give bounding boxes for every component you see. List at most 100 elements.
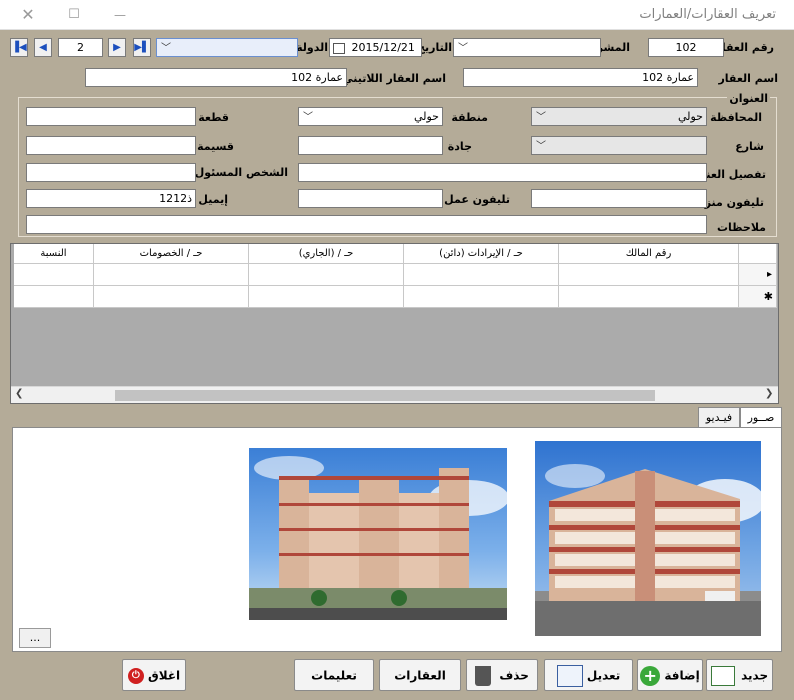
address-detail-input[interactable] <box>298 163 707 182</box>
column-header-owner-no[interactable]: رقم المالك <box>559 244 739 264</box>
properties-button[interactable]: العقارات <box>379 659 461 691</box>
date-picker[interactable]: 2015/12/21 <box>329 38 422 57</box>
plot-label: قسيمة <box>197 140 234 153</box>
add-button[interactable]: إضافة + <box>637 659 703 691</box>
column-header-discounts[interactable]: حـ / الخصومات <box>94 244 249 264</box>
governorate-select[interactable]: ﹀ حولي <box>531 107 707 126</box>
tab-photos[interactable]: صــور <box>740 407 782 428</box>
chevron-right-icon[interactable]: ❯ <box>765 388 773 399</box>
row-header-corner <box>739 244 777 264</box>
scrollbar-thumb[interactable] <box>115 390 655 401</box>
property-no-input[interactable]: 102 <box>648 38 724 57</box>
row-selector-new[interactable]: ✱ <box>739 286 777 308</box>
record-number-input[interactable]: 2 <box>58 38 103 57</box>
email-label: إيميل <box>198 193 228 206</box>
column-header-revenue[interactable]: حـ / الإيرادات (دائن) <box>404 244 559 264</box>
grid-cell[interactable] <box>559 286 739 308</box>
work-phone-label: تليفون عمل <box>444 193 510 206</box>
close-button[interactable]: اغلاق ⏻ <box>122 659 186 691</box>
close-window-button[interactable]: ✕ <box>16 5 40 25</box>
column-header-current[interactable]: حـ / (الجاري) <box>249 244 404 264</box>
property-no-label: رقم العقار <box>715 41 774 54</box>
edit-button-label: تعديل <box>586 668 621 683</box>
delete-button-label: حذف <box>499 668 529 683</box>
add-icon: + <box>640 665 661 686</box>
calendar-icon[interactable] <box>333 42 345 54</box>
last-record-button[interactable]: ▶▌ <box>133 38 151 57</box>
close-button-label: اغلاق <box>148 668 181 683</box>
governorate-label: المحافظة <box>710 111 762 124</box>
maximize-window-button[interactable]: ☐ <box>62 5 86 25</box>
country-label: الدولة <box>296 41 328 54</box>
plot-input[interactable] <box>26 136 196 155</box>
block-input[interactable] <box>26 107 196 126</box>
grid-cell[interactable] <box>94 264 249 286</box>
work-phone-input[interactable] <box>298 189 443 208</box>
chevron-left-icon[interactable]: ❮ <box>15 388 23 399</box>
horizontal-scrollbar[interactable]: ❮ ❯ <box>11 386 778 403</box>
date-value: 2015/12/21 <box>351 41 415 54</box>
grid-cell[interactable] <box>249 286 404 308</box>
responsible-label: الشخص المسئول <box>194 166 288 179</box>
email-input[interactable]: ذ1212 <box>26 189 196 208</box>
grid-cell[interactable] <box>14 264 94 286</box>
new-button[interactable]: جديد <box>706 659 773 691</box>
grid-cell[interactable] <box>404 286 559 308</box>
property-name-input[interactable]: عمارة 102 <box>463 68 698 87</box>
grid-cell[interactable] <box>14 286 94 308</box>
grid-cell[interactable] <box>559 264 739 286</box>
next-record-button[interactable]: ▶ <box>108 38 126 57</box>
home-phone-input[interactable] <box>531 189 707 208</box>
edit-icon <box>556 664 583 687</box>
address-group-title: العنوان <box>727 92 770 105</box>
first-record-button[interactable]: ▐◀ <box>10 38 28 57</box>
trash-icon <box>475 665 492 686</box>
notes-input[interactable] <box>26 215 707 234</box>
row-selector-current[interactable]: ▸ <box>739 264 777 286</box>
owners-grid[interactable]: رقم المالك حـ / الإيرادات (دائن) حـ / (ا… <box>10 243 779 404</box>
avenue-label: جادة <box>447 140 472 153</box>
grid-cell[interactable] <box>249 264 404 286</box>
property-name-label: اسم العقار <box>718 72 778 85</box>
more-photos-button[interactable]: ... <box>19 628 51 648</box>
country-select[interactable]: ﹀ <box>156 38 298 57</box>
responsible-input[interactable] <box>26 163 196 182</box>
bottom-toolbar: جديد إضافة + تعديل حذف العقارات تعليمات … <box>4 655 779 697</box>
avenue-input[interactable] <box>298 136 443 155</box>
notes-label: ملاحظات <box>717 221 766 234</box>
building-photo[interactable] <box>249 448 507 620</box>
block-label: قطعة <box>198 111 229 124</box>
chevron-down-icon: ﹀ <box>536 112 546 123</box>
media-tabs: صــور فيـديو ... <box>10 407 783 652</box>
grid-cell[interactable] <box>94 286 249 308</box>
title-bar: ✕ ☐ — تعريف العقارات/العمارات <box>0 0 794 30</box>
chevron-down-icon: ﹀ <box>303 112 313 123</box>
edit-button[interactable]: تعديل <box>544 659 633 691</box>
column-header-ratio[interactable]: النسبة <box>14 244 94 264</box>
building-photo-image <box>249 456 507 620</box>
tab-video[interactable]: فيـديو <box>698 407 740 428</box>
photos-panel: ... <box>12 427 782 652</box>
chevron-down-icon: ﹀ <box>536 141 546 152</box>
date-label: التاريخ <box>417 41 452 54</box>
minimize-window-button[interactable]: — <box>108 5 132 25</box>
area-select[interactable]: ﹀ حولي <box>298 107 443 126</box>
chevron-down-icon: ﹀ <box>161 43 171 54</box>
add-button-label: إضافة <box>664 668 700 683</box>
previous-record-button[interactable]: ◀ <box>34 38 52 57</box>
chevron-down-icon: ﹀ <box>458 43 468 54</box>
street-label: شارع <box>735 140 764 153</box>
new-document-icon <box>710 665 735 686</box>
latin-name-input[interactable]: عمارة 102 <box>85 68 347 87</box>
project-select[interactable]: ﹀ <box>453 38 601 57</box>
grid-cell[interactable] <box>404 264 559 286</box>
help-button[interactable]: تعليمات <box>294 659 374 691</box>
street-select[interactable]: ﹀ <box>531 136 707 155</box>
delete-button[interactable]: حذف <box>466 659 538 691</box>
window-title: تعريف العقارات/العمارات <box>639 7 776 22</box>
help-button-label: تعليمات <box>311 668 357 683</box>
new-button-label: جديد <box>741 668 769 683</box>
building-photo[interactable] <box>535 441 761 636</box>
power-icon: ⏻ <box>127 667 144 684</box>
properties-button-label: العقارات <box>394 668 446 683</box>
